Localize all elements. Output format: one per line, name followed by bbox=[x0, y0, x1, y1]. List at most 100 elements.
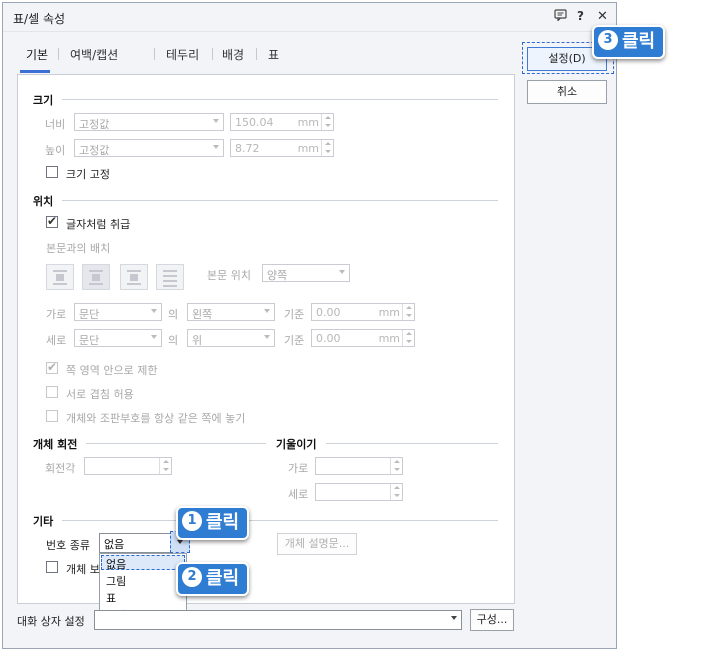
cancel-button[interactable]: 취소 bbox=[527, 80, 607, 104]
height-mode-select[interactable]: 고정값 bbox=[74, 139, 224, 157]
option-table[interactable]: 표 bbox=[106, 590, 116, 606]
rotation-heading: 개체 회전 bbox=[33, 438, 78, 451]
wrap-top-bottom-icon[interactable] bbox=[82, 264, 110, 290]
option-none[interactable]: 없음 bbox=[106, 556, 126, 572]
spin-buttons[interactable] bbox=[321, 114, 333, 130]
body-position-value: 양쪽 bbox=[267, 269, 288, 282]
tab-table[interactable]: 표 bbox=[268, 46, 279, 63]
skew-horizontal-input[interactable] bbox=[315, 457, 403, 475]
vertical-ref-value: 문단 bbox=[79, 334, 100, 347]
basis-label: 기준 bbox=[284, 308, 305, 321]
chevron-down-icon bbox=[451, 616, 457, 620]
vertical-ref-select[interactable]: 문단 bbox=[74, 329, 162, 347]
size-heading: 크기 bbox=[33, 94, 54, 107]
treat-as-char-label: 글자처럼 취급 bbox=[66, 218, 131, 231]
width-input[interactable]: 150.04 mm bbox=[230, 113, 334, 131]
divider bbox=[86, 443, 266, 444]
spin-buttons[interactable] bbox=[390, 484, 402, 500]
divider bbox=[62, 520, 498, 521]
active-tab-indicator bbox=[20, 70, 50, 73]
skew-vertical-input[interactable] bbox=[315, 483, 403, 501]
width-value: 150.04 bbox=[235, 116, 274, 129]
misc-heading: 기타 bbox=[33, 515, 54, 528]
chevron-down-icon bbox=[264, 309, 270, 313]
horizontal-offset-value: 0.00 bbox=[316, 306, 341, 319]
chevron-down-icon bbox=[213, 119, 219, 123]
step-text: 클릭 bbox=[622, 31, 656, 52]
chevron-down-icon bbox=[151, 309, 157, 313]
step-number: 2 bbox=[182, 567, 202, 587]
spin-buttons[interactable] bbox=[402, 330, 414, 346]
tab-separator bbox=[58, 48, 59, 60]
spin-buttons[interactable] bbox=[321, 140, 333, 156]
chevron-down-icon bbox=[177, 540, 183, 544]
spin-buttons[interactable] bbox=[159, 458, 171, 474]
vertical-label: 세로 bbox=[46, 334, 67, 347]
skew-heading: 기울이기 bbox=[276, 438, 317, 451]
chevron-down-icon bbox=[213, 145, 219, 149]
horizontal-offset-input[interactable]: 0.00 mm bbox=[311, 303, 415, 321]
position-heading: 위치 bbox=[33, 195, 54, 208]
step-1-click-callout: 1 클릭 bbox=[176, 506, 250, 540]
height-mode-value: 고정값 bbox=[79, 144, 110, 157]
allow-overlap-checkbox[interactable] bbox=[46, 386, 58, 398]
tab-separator bbox=[154, 48, 155, 60]
close-icon[interactable]: ✕ bbox=[597, 9, 608, 24]
check-icon: ✔ bbox=[47, 360, 58, 374]
body-position-select[interactable]: 양쪽 bbox=[262, 264, 350, 282]
wrap-behind-text-icon[interactable] bbox=[120, 264, 148, 290]
treat-as-char-checkbox[interactable]: ✔ bbox=[46, 214, 58, 228]
rotation-angle-input[interactable] bbox=[84, 457, 172, 475]
wrap-square-icon[interactable] bbox=[46, 264, 74, 290]
chevron-down-icon bbox=[151, 335, 157, 339]
step-number: 1 bbox=[182, 511, 202, 531]
height-label: 높이 bbox=[45, 144, 66, 157]
tab-border[interactable]: 테두리 bbox=[166, 46, 199, 63]
limit-to-page-checkbox[interactable]: ✔ bbox=[46, 360, 58, 374]
unit-label: mm bbox=[378, 306, 400, 319]
object-description-button[interactable]: 개체 설명문... bbox=[277, 533, 357, 555]
keep-with-anchor-label: 개체와 조판부호를 항상 같은 쪽에 놓기 bbox=[66, 412, 246, 425]
divider bbox=[62, 200, 498, 201]
spin-buttons[interactable] bbox=[402, 304, 414, 320]
chevron-down-icon bbox=[264, 335, 270, 339]
option-picture[interactable]: 그림 bbox=[106, 573, 126, 589]
basis-label: 기준 bbox=[284, 334, 305, 347]
skew-vertical-label: 세로 bbox=[288, 488, 309, 501]
tab-margin-caption[interactable]: 여백/캡션 bbox=[70, 46, 118, 63]
step-text: 클릭 bbox=[206, 512, 240, 533]
fix-size-checkbox[interactable] bbox=[46, 166, 58, 178]
tab-separator bbox=[212, 48, 213, 60]
text-layout-label: 본문과의 배치 bbox=[46, 242, 111, 255]
unit-label: mm bbox=[297, 116, 319, 129]
horizontal-ref-select[interactable]: 문단 bbox=[74, 303, 162, 321]
vertical-align-select[interactable]: 위 bbox=[187, 329, 275, 347]
vertical-offset-input[interactable]: 0.00 mm bbox=[311, 329, 415, 347]
horizontal-ref-value: 문단 bbox=[79, 308, 100, 321]
width-mode-select[interactable]: 고정값 bbox=[74, 113, 224, 131]
unit-label: mm bbox=[297, 142, 319, 155]
protect-object-label: 개체 보 bbox=[66, 563, 100, 576]
wrap-in-front-icon[interactable] bbox=[156, 264, 184, 290]
tab-basic[interactable]: 기본 bbox=[26, 46, 48, 63]
protect-object-checkbox[interactable] bbox=[46, 561, 58, 573]
width-mode-value: 고정값 bbox=[79, 118, 110, 131]
configure-button[interactable]: 구성... bbox=[470, 609, 514, 631]
dialog-settings-label: 대화 상자 설정 bbox=[17, 615, 85, 628]
skew-horizontal-label: 가로 bbox=[288, 462, 309, 475]
dialog-settings-select[interactable] bbox=[94, 610, 462, 630]
height-input[interactable]: 8.72 mm bbox=[230, 139, 334, 157]
tab-separator bbox=[256, 48, 257, 60]
vertical-align-value: 위 bbox=[192, 334, 203, 347]
width-label: 너비 bbox=[45, 118, 66, 131]
dialog-title: 표/셀 속성 bbox=[13, 12, 66, 26]
horizontal-align-value: 왼쪽 bbox=[192, 308, 213, 321]
step-3-click-callout: 3 클릭 bbox=[592, 25, 666, 59]
horizontal-align-select[interactable]: 왼쪽 bbox=[187, 303, 275, 321]
of-label: 의 bbox=[168, 308, 179, 321]
spin-buttons[interactable] bbox=[390, 458, 402, 474]
help-icon[interactable]: ? bbox=[577, 9, 584, 23]
comment-icon[interactable] bbox=[554, 9, 567, 24]
keep-with-anchor-checkbox[interactable] bbox=[46, 410, 58, 422]
tab-background[interactable]: 배경 bbox=[222, 46, 244, 63]
